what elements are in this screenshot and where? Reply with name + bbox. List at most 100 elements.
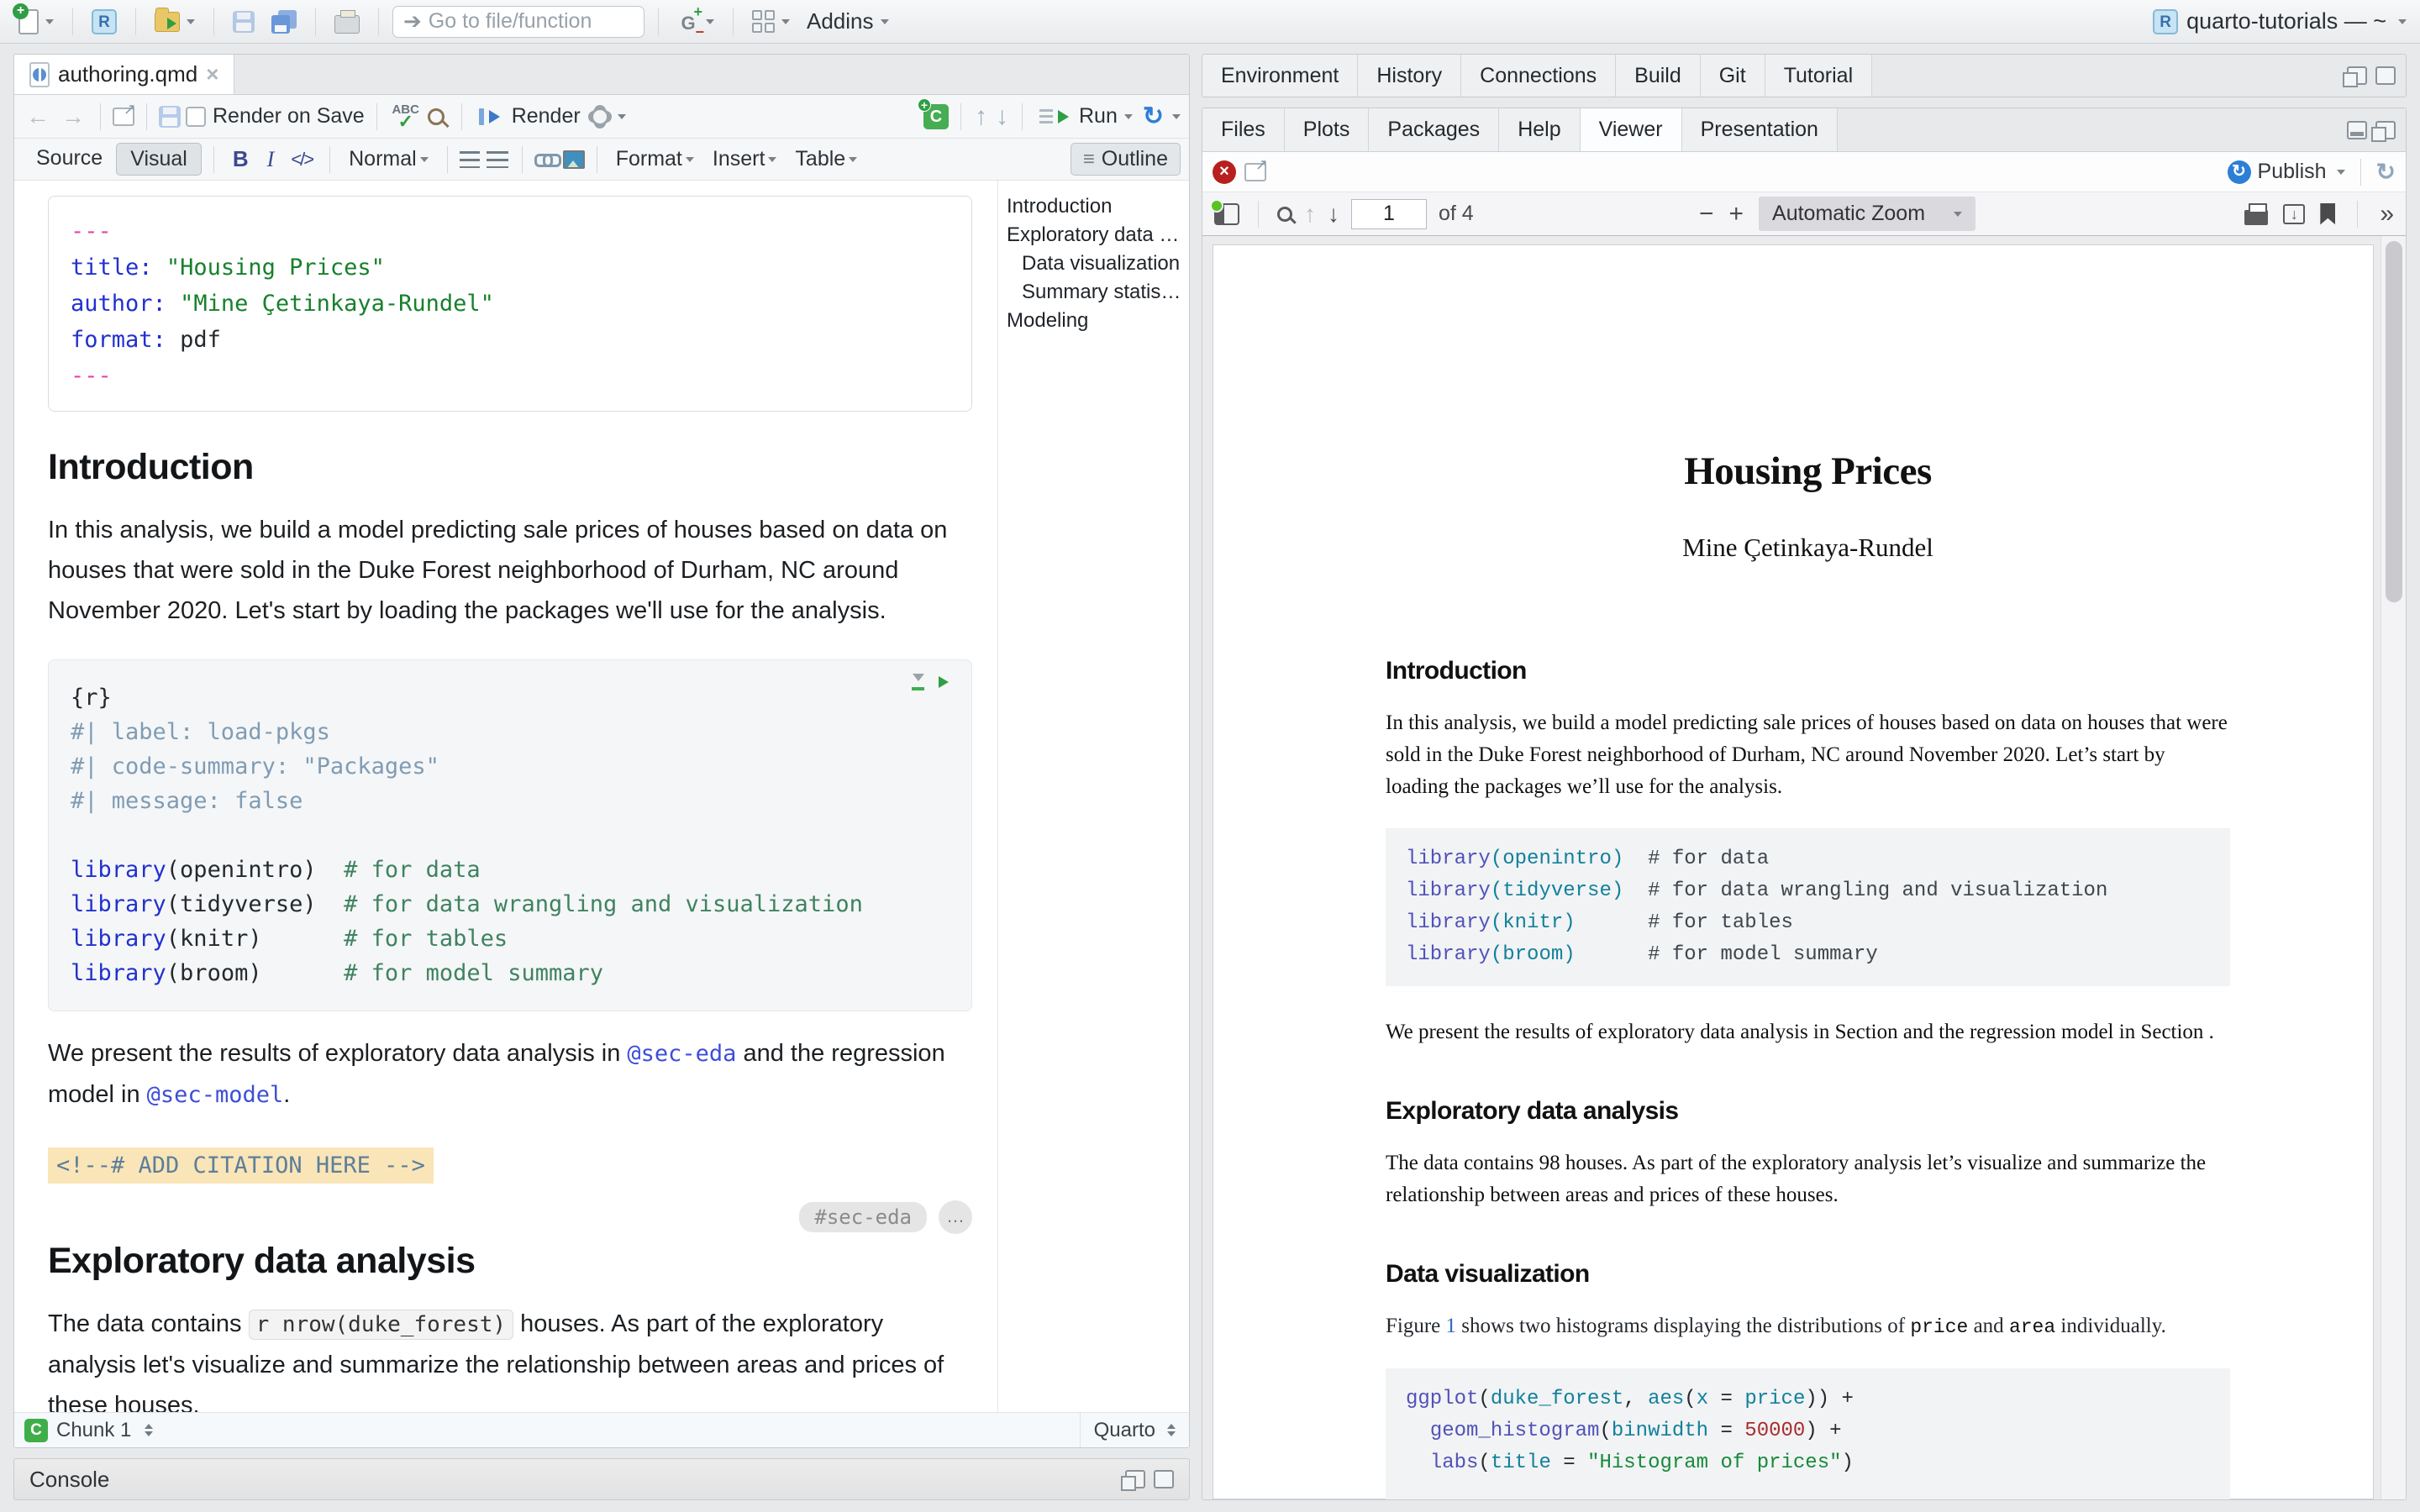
minimize-pane-icon[interactable] [2347,121,2367,139]
new-project-button[interactable]: R [87,6,122,38]
outline-toggle-button[interactable]: ≡ Outline [1071,143,1181,176]
pdf-zoom-in-icon[interactable]: + [1728,200,1744,228]
yaml-metadata-block[interactable]: --- title: "Housing Prices" author: "Min… [48,196,972,412]
image-icon[interactable] [563,150,585,169]
find-replace-icon[interactable] [428,108,445,125]
project-selector[interactable]: R quarto-tutorials — ~ [2153,8,2407,34]
pdf-bookmark-icon[interactable] [2320,203,2335,225]
goto-file-search[interactable]: ➔ [392,6,644,38]
rerun-icon[interactable]: ↻ [1143,102,1164,131]
new-file-button[interactable]: + [13,6,59,38]
viewer-refresh-icon[interactable]: ↻ [2376,158,2396,186]
back-icon[interactable]: ← [23,103,53,130]
bold-icon[interactable]: B [226,146,255,172]
tab-authoring-qmd[interactable]: authoring.qmd × [14,55,234,94]
citation-comment[interactable]: <!--# ADD CITATION HERE --> [48,1147,434,1184]
source-mode-button[interactable]: Source [23,143,116,176]
outline-item-introduction[interactable]: Introduction [1007,192,1182,221]
tab-plots[interactable]: Plots [1285,108,1370,151]
environment-pane: Environment History Connections Build Gi… [1202,54,2407,97]
pdf-sidebar-toggle-icon[interactable] [1214,203,1239,225]
pdf-next-page-icon[interactable]: ↓ [1328,201,1339,228]
git-menu-button[interactable]: +G− [672,6,719,38]
panes-layout-button[interactable] [747,7,795,36]
tab-close-icon[interactable]: × [206,61,218,87]
tab-viewer[interactable]: Viewer [1581,108,1682,151]
insert-chunk-button[interactable]: +C [923,104,949,129]
minimize-pane-icon[interactable] [1125,1470,1145,1488]
run-button[interactable]: Run [1034,101,1138,132]
pdf-scrollbar[interactable] [2381,236,2406,1499]
git-caret-icon [706,19,714,29]
outline-item-eda[interactable]: Exploratory data … [1007,221,1182,249]
render-on-save-label: Render on Save [213,104,365,129]
print-button[interactable] [329,7,365,37]
save-button[interactable] [228,8,260,36]
pdf-more-tools-icon[interactable]: » [2380,200,2394,228]
popout-icon[interactable] [113,108,134,126]
pdf-download-icon[interactable]: ↓ [2283,204,2305,224]
format-menu[interactable]: Format [609,147,701,171]
outline-item-data-visualization[interactable]: Data visualization [1007,249,1182,278]
tab-presentation[interactable]: Presentation [1682,108,1838,151]
visual-mode-button[interactable]: Visual [116,143,202,176]
code-format-icon[interactable]: </> [286,149,318,171]
bullet-list-icon[interactable] [460,151,480,168]
run-chunks-above-icon[interactable] [912,674,925,690]
pdf-prev-page-icon[interactable]: ↑ [1304,201,1316,228]
link-icon[interactable] [534,153,558,166]
console-pane-header[interactable]: Console [13,1458,1190,1500]
paragraph-style-dropdown[interactable]: Normal [342,147,435,171]
publish-label: Publish [2258,160,2327,184]
tab-git[interactable]: Git [1701,55,1765,97]
minimize-pane-icon[interactable] [2347,66,2367,85]
maximize-pane-icon[interactable] [2375,66,2396,85]
doc-mode-selector[interactable]: Quarto [1080,1413,1189,1447]
insert-menu[interactable]: Insert [706,147,784,171]
run-next-icon[interactable]: ↓ [994,102,1010,131]
open-file-button[interactable] [150,8,200,35]
tab-help[interactable]: Help [1499,108,1580,151]
render-settings-icon[interactable] [591,108,609,126]
tab-tutorial[interactable]: Tutorial [1765,55,1872,97]
maximize-pane-icon[interactable] [2375,121,2396,139]
tab-files[interactable]: Files [1202,108,1285,151]
pdf-print-icon[interactable] [2244,210,2268,225]
render-button[interactable]: Render [474,101,586,132]
tab-history[interactable]: History [1358,55,1461,97]
chunk-indicator[interactable]: C Chunk 1 [14,1419,163,1442]
tab-environment[interactable]: Environment [1202,55,1358,97]
viewer-popout-icon[interactable] [1244,163,1266,181]
pdf-search-icon[interactable] [1277,207,1292,222]
tab-packages[interactable]: Packages [1369,108,1499,151]
addins-button[interactable]: Addins [802,5,894,38]
run-previous-icon[interactable]: ↑ [973,102,989,131]
save-all-button[interactable] [266,7,302,37]
outline-item-summary-statistics[interactable]: Summary statis… [1007,278,1182,307]
clear-viewer-icon[interactable]: × [1213,160,1236,184]
tab-build[interactable]: Build [1616,55,1701,97]
table-menu[interactable]: Table [788,147,864,171]
maximize-pane-icon[interactable] [1154,1470,1174,1488]
save-doc-icon[interactable] [159,106,181,128]
forward-icon[interactable]: → [58,103,88,130]
goto-file-input[interactable] [429,9,622,34]
run-chunk-icon[interactable] [939,676,955,688]
outline-item-modeling[interactable]: Modeling [1007,307,1182,335]
pdf-scrollbar-thumb[interactable] [2386,241,2402,602]
visual-editor[interactable]: --- title: "Housing Prices" author: "Min… [14,181,997,1412]
numbered-list-icon[interactable] [487,151,508,168]
pdf-viewer[interactable]: Housing Prices Mine Çetinkaya-Rundel Int… [1202,236,2406,1499]
section-options-button[interactable]: … [939,1200,972,1234]
pdf-zoom-out-icon[interactable]: − [1699,200,1714,228]
tab-connections[interactable]: Connections [1461,55,1616,97]
new-file-caret-icon [45,19,54,29]
code-chunk-load-pkgs[interactable]: {r} #| label: load-pkgs #| code-summary:… [48,659,972,1011]
italic-icon[interactable]: I [260,147,281,172]
pdf-page-input[interactable] [1351,199,1427,229]
publish-button[interactable]: ↻ Publish [2228,160,2345,184]
spellcheck-icon[interactable]: ABC✓ [389,104,423,129]
pdf-zoom-select[interactable]: Automatic Zoom [1759,197,1975,231]
render-on-save-checkbox[interactable] [186,107,206,127]
render-on-save-toggle[interactable]: Render on Save [186,104,365,129]
